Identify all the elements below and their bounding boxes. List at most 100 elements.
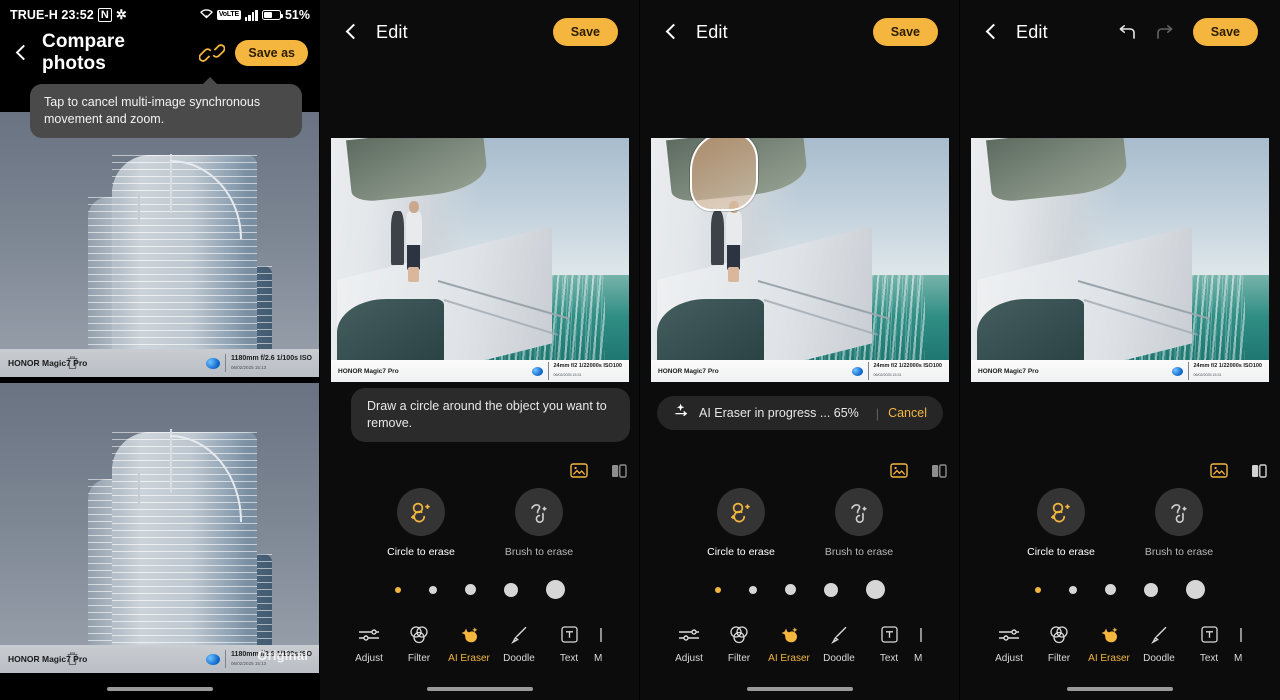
brush-size-dot-3[interactable] <box>785 584 796 595</box>
toolbar-label: Doodle <box>503 652 535 664</box>
save-as-button[interactable]: Save as <box>235 40 308 66</box>
brush-size-dot-1[interactable] <box>1035 586 1041 593</box>
compare-split-icon[interactable] <box>930 462 948 480</box>
edit-photo-canvas[interactable]: HONOR Magic7 Pro 24mm f/2 1/22000s ISO10… <box>651 138 949 382</box>
toolbar-item-ai-eraser[interactable]: AI Eraser <box>1084 623 1134 664</box>
compare-split-icon[interactable] <box>610 462 628 480</box>
erase-mode-selector: Circle to erase Brush to erase <box>640 488 960 558</box>
brush-erase-icon <box>1155 488 1203 536</box>
cancel-button[interactable]: Cancel <box>888 406 927 420</box>
mode-brush-to-erase[interactable]: Brush to erase <box>811 488 907 558</box>
toolbar-item-filter[interactable]: Filter <box>714 623 764 664</box>
back-chevron-icon[interactable] <box>982 22 1002 42</box>
text-box-icon <box>1184 623 1234 647</box>
photo-scene <box>651 138 949 382</box>
link-icon[interactable] <box>198 40 226 66</box>
toolbar-item-adjust[interactable]: Adjust <box>344 623 394 664</box>
more-icon <box>914 623 936 647</box>
compare-split-icon[interactable] <box>1250 462 1268 480</box>
brush-size-dot-5[interactable] <box>546 580 565 599</box>
toolbar-item-more[interactable]: M <box>914 623 936 664</box>
toolbar-item-text[interactable]: Text <box>864 623 914 664</box>
toolbar-item-more[interactable]: M <box>594 623 616 664</box>
edit-photo-canvas[interactable]: HONOR Magic7 Pro 24mm f/2 1/22000s ISO10… <box>331 138 629 382</box>
toolbar-item-doodle[interactable]: Doodle <box>1134 623 1184 664</box>
brush-size-dot-3[interactable] <box>465 584 476 595</box>
brush-size-dot-3[interactable] <box>1105 584 1116 595</box>
brush-size-dot-2[interactable] <box>749 585 757 594</box>
photo-scene <box>331 138 629 382</box>
toolbar-item-text[interactable]: Text <box>544 623 594 664</box>
edit-header: Edit Save <box>960 0 1280 64</box>
brush-size-dot-2[interactable] <box>429 585 437 594</box>
trash-icon[interactable] <box>66 651 79 666</box>
back-chevron-icon[interactable] <box>342 22 362 42</box>
compare-header: Compare photos Save as <box>0 30 320 76</box>
undo-redo-group <box>1117 24 1175 41</box>
toolbar-item-doodle[interactable]: Doodle <box>814 623 864 664</box>
toolbar-item-filter[interactable]: Filter <box>1034 623 1084 664</box>
brush-size-dot-2[interactable] <box>1069 585 1077 594</box>
toolbar-label: Text <box>1199 652 1219 664</box>
mode-circle-to-erase[interactable]: Circle to erase <box>1013 488 1109 558</box>
toolbar-item-doodle[interactable]: Doodle <box>494 623 544 664</box>
volte-badge: VoLTE <box>216 10 241 20</box>
restore-image-icon[interactable] <box>1210 462 1228 480</box>
toolbar-item-ai-eraser[interactable]: AI Eraser <box>764 623 814 664</box>
toolbar-item-ai-eraser[interactable]: AI Eraser <box>444 623 494 664</box>
person-legs <box>727 242 741 270</box>
back-chevron-icon[interactable] <box>662 22 682 42</box>
brush-size-dot-4[interactable] <box>1144 582 1158 597</box>
mode-brush-to-erase[interactable]: Brush to erase <box>491 488 587 558</box>
person-second <box>710 211 724 265</box>
trash-icon[interactable] <box>66 355 79 370</box>
back-chevron-icon[interactable] <box>12 43 32 63</box>
brush-size-dot-1[interactable] <box>715 586 721 593</box>
home-indicator <box>107 687 213 691</box>
restore-image-icon[interactable] <box>570 462 588 480</box>
toolbar-label: Text <box>559 652 579 664</box>
toolbar-item-filter[interactable]: Filter <box>394 623 444 664</box>
photo-scene <box>971 138 1269 382</box>
canvas-tool-icons <box>890 462 948 480</box>
compare-photo-bottom[interactable]: HONOR Magic7 Pro 1180mm f/2.6 1/100s ISO… <box>0 383 320 673</box>
save-button[interactable]: Save <box>1192 18 1258 46</box>
brush-size-dot-5[interactable] <box>866 580 885 599</box>
edit-toolbar: Adjust Filter AI Eraser Doodle Text M <box>320 619 640 667</box>
toolbar-item-more[interactable]: M <box>1234 623 1256 664</box>
save-button[interactable]: Save <box>872 18 938 46</box>
antenna <box>138 194 140 224</box>
watermark-right: 1180mm f/2.6 1/100s ISO 06/02/2025 15:13 <box>206 650 312 668</box>
ai-eraser-icon <box>1084 623 1134 647</box>
honor-logo-icon <box>531 366 543 376</box>
brush-size-dot-5[interactable] <box>1186 580 1205 599</box>
mode-circle-to-erase[interactable]: Circle to erase <box>693 488 789 558</box>
brush-size-dot-1[interactable] <box>395 586 401 593</box>
watermark-device: HONOR Magic7 Pro <box>658 367 719 375</box>
mode-label: Brush to erase <box>504 546 574 558</box>
progress-divider: | <box>875 405 880 421</box>
toolbar-item-adjust[interactable]: Adjust <box>664 623 714 664</box>
honor-logo-icon <box>206 357 221 369</box>
undo-icon[interactable] <box>1117 24 1137 41</box>
mode-circle-to-erase[interactable]: Circle to erase <box>373 488 469 558</box>
watermark-right: 1180mm f/2.6 1/100s ISO 06/02/2025 15:13 <box>206 354 312 372</box>
restore-image-icon[interactable] <box>890 462 908 480</box>
erase-mode-selector: Circle to erase Brush to erase <box>320 488 640 558</box>
toolbar-item-text[interactable]: Text <box>1184 623 1234 664</box>
ai-sparkle-icon <box>673 402 690 424</box>
filter-rings-icon <box>394 623 444 647</box>
toolbar-label: Doodle <box>823 652 855 664</box>
brush-size-dot-4[interactable] <box>504 582 518 597</box>
compare-photo-top[interactable]: HONOR Magic7 Pro 1180mm f/2.6 1/100s ISO… <box>0 112 320 377</box>
watermark-meta: 1180mm f/2.6 1/100s ISO 06/02/2025 15:13 <box>225 650 312 668</box>
brush-size-dot-4[interactable] <box>824 582 838 597</box>
save-button[interactable]: Save <box>552 18 618 46</box>
person-calves <box>408 267 419 282</box>
mode-brush-to-erase[interactable]: Brush to erase <box>1131 488 1227 558</box>
watermark-exif: 24mm f/2 1/22000s ISO100 <box>1193 363 1263 369</box>
toolbar-item-adjust[interactable]: Adjust <box>984 623 1034 664</box>
redo-icon[interactable] <box>1155 24 1175 41</box>
toolbar-label: Filter <box>727 652 751 664</box>
edit-photo-canvas[interactable]: HONOR Magic7 Pro 24mm f/2 1/22000s ISO10… <box>971 138 1269 382</box>
